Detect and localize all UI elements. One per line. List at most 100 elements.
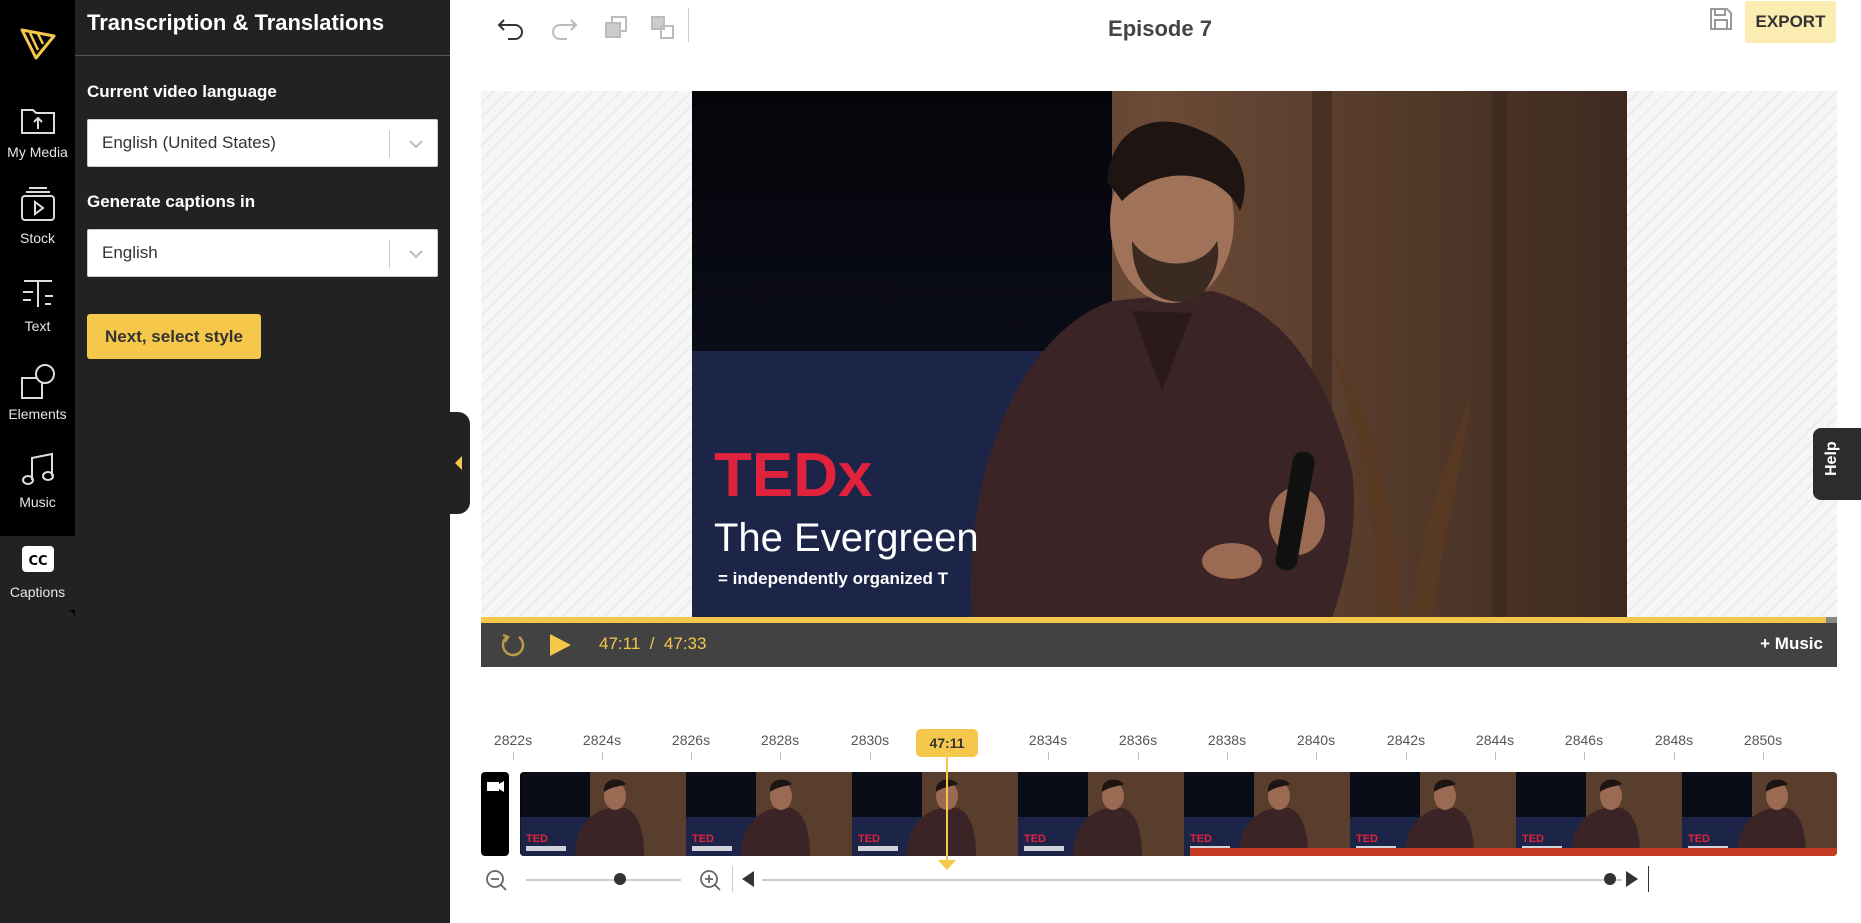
clip-thumbnails: TED <box>520 772 1837 856</box>
shapes-icon <box>20 364 55 399</box>
timeline-tick: 2842s <box>1386 732 1426 748</box>
captions-language-value: English <box>102 243 158 262</box>
toolbar-divider <box>688 8 689 42</box>
playback-time: 47:11 / 47:33 <box>599 634 707 653</box>
playhead-time-marker[interactable]: 47:11 <box>916 729 978 757</box>
tick-mark <box>1763 752 1764 760</box>
send-backward-icon[interactable] <box>647 12 677 42</box>
video-language-value: English (United States) <box>102 133 276 152</box>
tick-mark <box>1584 752 1585 760</box>
rail-item-my-media[interactable]: My Media <box>0 100 75 186</box>
scroll-right-icon[interactable] <box>1626 871 1638 887</box>
rail-item-elements[interactable]: Elements <box>0 362 75 448</box>
panel-divider <box>75 55 450 56</box>
rail-item-captions[interactable]: CC Captions <box>0 536 75 610</box>
timeline-ruler[interactable]: 2822s 2824s 2826s 2828s 2830s 2834s 2836… <box>481 732 1837 762</box>
timeline-end-marker <box>1648 866 1649 892</box>
stock-video-icon <box>20 187 55 221</box>
timeline-tick: 2846s <box>1564 732 1604 748</box>
tick-mark <box>1048 752 1049 760</box>
collapse-panel-handle[interactable] <box>448 412 470 514</box>
collapse-arrow-icon <box>455 456 462 470</box>
timeline-tick: 2834s <box>1028 732 1068 748</box>
rail-item-stock[interactable]: Stock <box>0 186 75 272</box>
video-overlay-event: The Evergreen <box>714 516 979 560</box>
timeline-tick: 2826s <box>671 732 711 748</box>
rail-item-label: Stock <box>19 230 55 246</box>
project-title[interactable]: Episode 7 <box>1000 16 1320 42</box>
panel-title: Transcription & Translations <box>87 10 385 35</box>
scroll-left-icon[interactable] <box>742 871 754 887</box>
add-music-button[interactable]: + Music <box>1760 634 1823 654</box>
rail-bottom-area <box>0 610 75 923</box>
tick-mark <box>602 752 603 760</box>
zoom-in-icon[interactable] <box>698 868 722 892</box>
timeline-video-clip[interactable]: TED <box>520 772 1837 856</box>
folder-upload-icon <box>20 109 55 134</box>
app-logo-icon[interactable] <box>18 24 58 62</box>
bring-forward-icon[interactable] <box>601 12 631 42</box>
video-language-label: Current video language <box>87 82 277 101</box>
tick-mark <box>1495 752 1496 760</box>
undo-icon[interactable] <box>496 12 526 42</box>
next-select-style-button[interactable]: Next, select style <box>87 314 261 359</box>
captions-panel: Transcription & Translations Current vid… <box>75 0 450 923</box>
timeline-tick: 2822s <box>493 732 533 748</box>
video-language-select[interactable]: English (United States) <box>87 119 438 167</box>
help-tab[interactable]: Help <box>1813 428 1861 500</box>
tick-mark <box>691 752 692 760</box>
timeline-tick: 2824s <box>582 732 622 748</box>
chevron-down-icon <box>409 250 423 259</box>
video-overlay-note: = independently organized T <box>718 569 949 588</box>
select-divider <box>389 240 390 268</box>
rail-item-text[interactable]: Text <box>0 274 75 360</box>
text-icon <box>22 280 53 307</box>
save-icon[interactable] <box>1708 6 1734 32</box>
timeline-tick: 2840s <box>1296 732 1336 748</box>
timeline-lead-clip[interactable] <box>481 772 509 856</box>
replay-icon[interactable] <box>499 631 527 659</box>
timeline-nav-divider <box>732 866 733 892</box>
clip-audio-band <box>1190 848 1837 856</box>
tick-mark <box>1316 752 1317 760</box>
editor-app: My Media Stock Text Elements Music CC Ca… <box>0 0 1861 923</box>
tick-mark <box>1138 752 1139 760</box>
rail-item-label: Music <box>19 494 56 510</box>
select-divider <box>389 130 390 158</box>
playhead-handle[interactable] <box>938 860 956 870</box>
tick-mark <box>780 752 781 760</box>
tick-mark <box>870 752 871 760</box>
export-button[interactable]: EXPORT <box>1745 1 1836 43</box>
captions-language-label: Generate captions in <box>87 192 256 211</box>
timeline-tick: 2850s <box>1743 732 1783 748</box>
player-controls: 47:11 / 47:33 + Music <box>481 623 1837 667</box>
svg-text:CC: CC <box>28 554 47 569</box>
chevron-down-icon <box>409 140 423 149</box>
timeline-tick: 2836s <box>1118 732 1158 748</box>
zoom-slider-track[interactable] <box>526 879 681 881</box>
captions-language-select[interactable]: English <box>87 229 438 277</box>
left-rail: My Media Stock Text Elements Music CC Ca… <box>0 0 75 923</box>
play-icon[interactable] <box>547 632 573 658</box>
cc-icon: CC <box>21 546 54 572</box>
timeline-tick: 2828s <box>760 732 800 748</box>
timeline-tick: 2838s <box>1207 732 1247 748</box>
timeline-tick: 2830s <box>850 732 890 748</box>
redo-icon[interactable] <box>549 12 579 42</box>
zoom-out-icon[interactable] <box>484 868 508 892</box>
timeline-scroll-track[interactable] <box>762 879 1622 881</box>
timeline-tick: 2848s <box>1654 732 1694 748</box>
timeline-scroll-handle[interactable] <box>1604 873 1616 885</box>
rail-item-music[interactable]: Music <box>0 450 75 536</box>
music-note-icon <box>21 452 54 485</box>
rail-item-label: Text <box>24 318 51 334</box>
help-label: Help <box>1823 441 1840 476</box>
tick-mark <box>1406 752 1407 760</box>
video-frame: TEDx The Evergreen = independently organ… <box>692 91 1627 617</box>
zoom-slider-handle[interactable] <box>614 873 626 885</box>
playhead-line[interactable] <box>946 757 948 867</box>
video-preview[interactable]: TEDx The Evergreen = independently organ… <box>692 91 1627 617</box>
tick-mark <box>1227 752 1228 760</box>
rail-item-label: My Media <box>7 144 68 160</box>
tick-mark <box>1674 752 1675 760</box>
